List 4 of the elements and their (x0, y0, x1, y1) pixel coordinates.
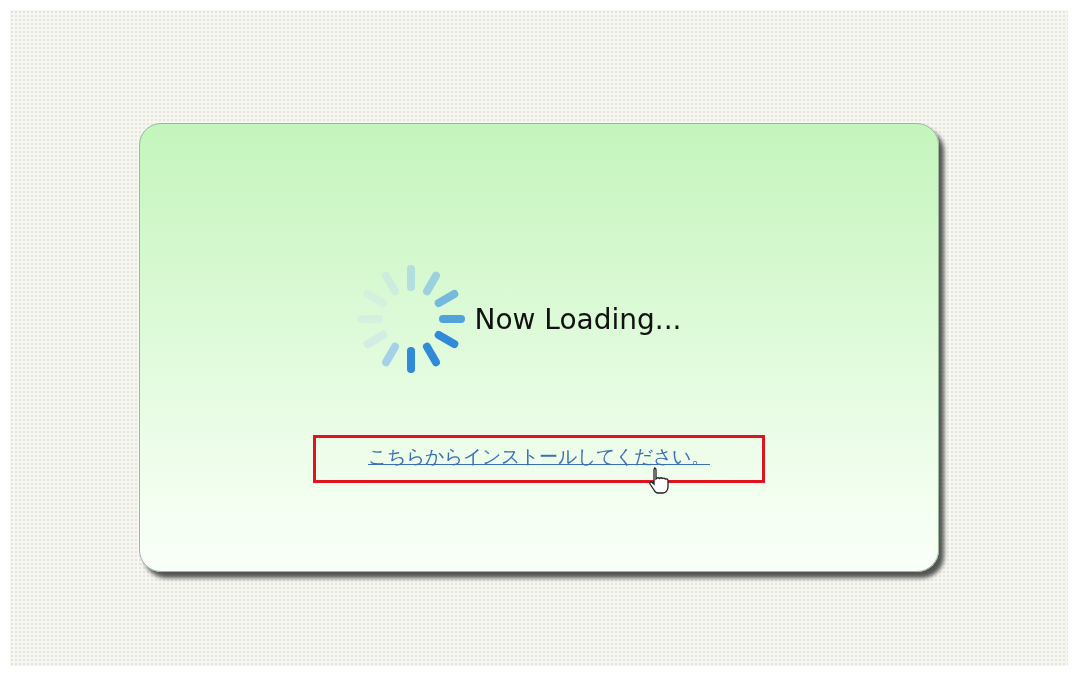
loading-text: Now Loading... (474, 302, 682, 336)
loading-spinner-icon (356, 264, 467, 374)
hand-pointer-icon (648, 466, 672, 496)
install-link[interactable]: こちらからインストールしてください。 (368, 444, 710, 470)
